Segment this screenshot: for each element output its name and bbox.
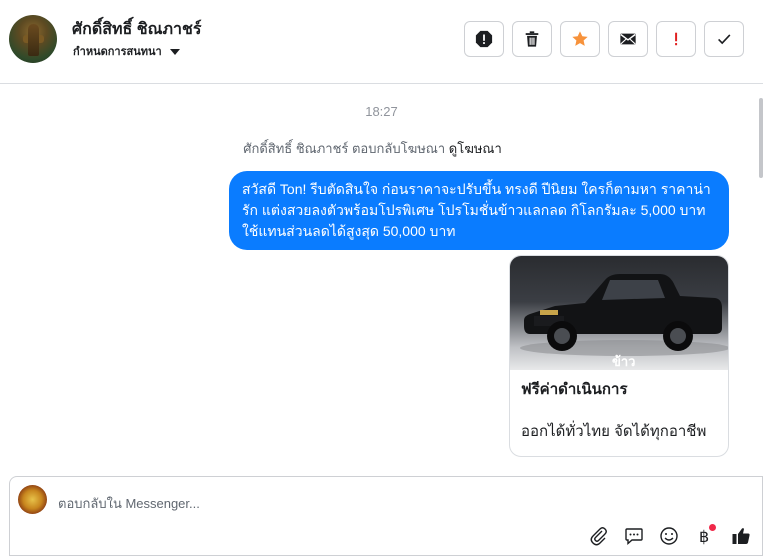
svg-text:฿: ฿ bbox=[699, 527, 709, 546]
spam-icon bbox=[475, 30, 493, 48]
delete-button[interactable] bbox=[512, 21, 552, 57]
thumbs-up-icon bbox=[732, 528, 750, 544]
ad-image-watermark: ข้าว bbox=[612, 354, 636, 370]
star-icon bbox=[572, 31, 588, 46]
message-composer[interactable]: ตอบกลับใน Messenger... ฿ bbox=[9, 476, 763, 556]
message-timestamp: 18:27 bbox=[365, 104, 398, 119]
message-bubble: สวัสดี Ton! รีบตัดสินใจ ก่อนราคาจะปรับขึ… bbox=[229, 171, 729, 250]
exclamation-icon bbox=[675, 32, 678, 46]
like-button[interactable] bbox=[729, 524, 753, 548]
saved-reply-icon bbox=[625, 528, 643, 546]
attach-button[interactable] bbox=[587, 524, 611, 548]
view-ad-link[interactable]: ดูโฆษณา bbox=[449, 141, 502, 156]
star-button[interactable] bbox=[560, 21, 600, 57]
mark-important-button[interactable] bbox=[656, 21, 696, 57]
assign-conversation-dropdown[interactable]: กำหนดการสนทนา bbox=[73, 42, 180, 60]
ad-card[interactable]: ข้าว ฟรีค่าดำเนินการ ออกได้ทั่วไทย จัดได… bbox=[509, 255, 729, 457]
ad-card-title: ฟรีค่าดำเนินการ bbox=[521, 381, 628, 398]
saved-replies-button[interactable] bbox=[622, 524, 646, 548]
payment-button[interactable]: ฿ bbox=[693, 524, 717, 548]
notification-dot bbox=[709, 524, 716, 531]
assign-label: กำหนดการสนทนา bbox=[73, 46, 162, 58]
conversation-header: ศักดิ์สิทธิ์ ชิณภาชร์ กำหนดการสนทนา bbox=[0, 0, 763, 84]
trash-icon bbox=[525, 31, 539, 47]
ad-reply-text: ศักดิ์สิทธิ์ ชิณภาชร์ ตอบกลับโฆษณา bbox=[243, 141, 446, 156]
paperclip-icon bbox=[590, 527, 607, 546]
page-avatar bbox=[18, 485, 47, 514]
emoji-icon bbox=[660, 527, 678, 545]
ad-reply-context: ศักดิ์สิทธิ์ ชิณภาชร์ ตอบกลับโฆษณา ดูโฆษ… bbox=[0, 138, 745, 159]
checkmark-icon bbox=[718, 34, 731, 45]
emoji-button[interactable] bbox=[657, 524, 681, 548]
ad-card-image: ข้าว bbox=[510, 256, 728, 370]
mark-unread-button[interactable] bbox=[608, 21, 648, 57]
contact-name[interactable]: ศักดิ์สิทธิ์ ชิณภาชร์ bbox=[72, 17, 201, 42]
mark-done-button[interactable] bbox=[704, 21, 744, 57]
caret-down-icon bbox=[169, 48, 180, 55]
envelope-icon bbox=[620, 33, 636, 45]
contact-avatar[interactable] bbox=[9, 15, 57, 63]
ad-card-subtitle: ออกได้ทั่วไทย จัดได้ทุกอาชีพ bbox=[521, 423, 707, 440]
composer-input[interactable]: ตอบกลับใน Messenger... bbox=[58, 493, 200, 514]
mark-spam-button[interactable] bbox=[464, 21, 504, 57]
